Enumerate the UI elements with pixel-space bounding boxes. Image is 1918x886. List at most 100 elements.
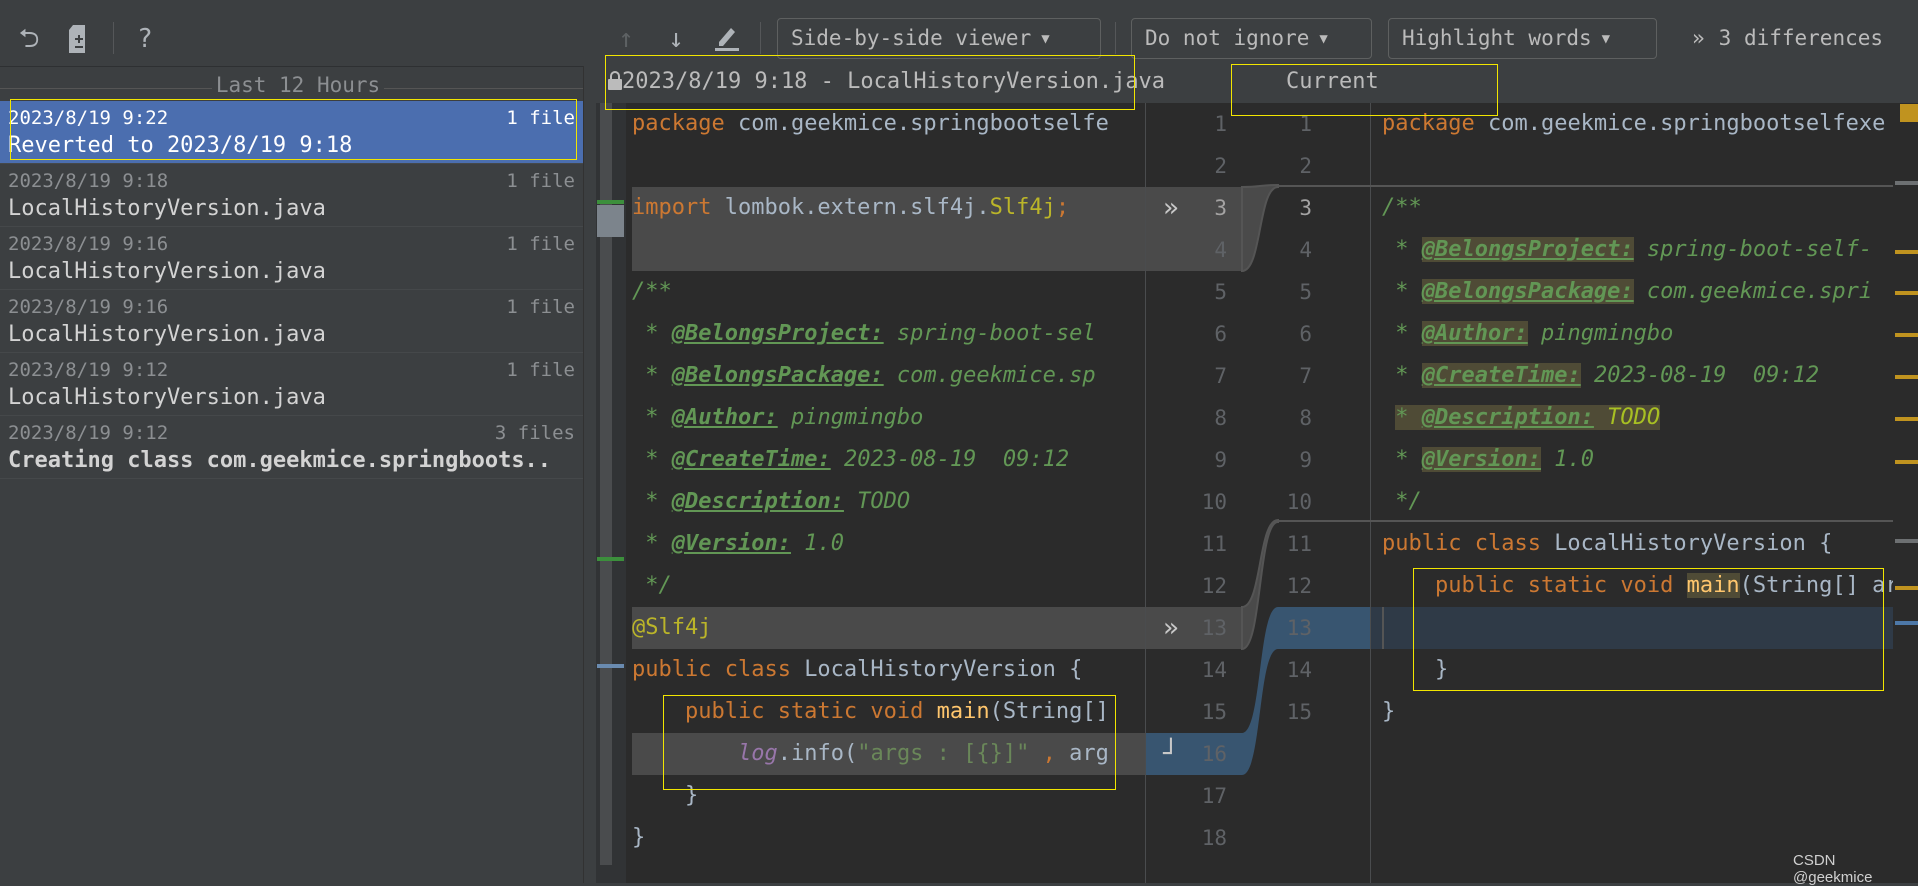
left-code-line[interactable]: */ [632,565,1145,607]
arrow-up-icon[interactable]: ↑ [609,22,643,56]
apply-icon[interactable]: ┘ [1163,733,1179,775]
left-code-line[interactable]: public static void main(String[] [632,691,1145,733]
code-token: main [1686,573,1740,598]
left-code-line[interactable]: log.info("args : [{}]" , arg [632,733,1145,775]
right-code-line[interactable]: * @Version: 1.0 [1382,439,1893,481]
left-line-number: 7 [1214,364,1227,388]
code-token: * [1395,405,1422,430]
left-code-line[interactable]: * @BelongsPackage: com.geekmice.sp [632,355,1145,397]
right-line-number: 7 [1299,364,1312,388]
left-line-number: 15 [1201,700,1227,724]
history-item-date: 2023/8/19 9:22 [8,107,169,129]
patch-icon[interactable] [62,22,96,56]
chevron-down-icon: ▼ [1601,31,1611,47]
error-stripe-marker[interactable] [1900,104,1918,122]
code-token: * [632,531,672,556]
error-stripe-marker[interactable] [1895,181,1918,185]
error-stripe-marker[interactable] [1895,250,1918,254]
left-code-line[interactable]: @Slf4j [632,607,1145,649]
right-code-line[interactable]: public class LocalHistoryVersion { [1382,523,1893,565]
history-item-count: 3 files [494,422,575,444]
left-code-line[interactable]: * @BelongsProject: spring-boot-sel [632,313,1145,355]
right-code-line[interactable]: } [1382,649,1893,691]
left-code-line[interactable]: import lombok.extern.slf4j.Slf4j; [632,187,1145,229]
code-token: arg [1069,741,1109,766]
history-item-count: 1 file [506,359,575,381]
code-token: 1.0 [1540,447,1594,472]
error-stripe-marker[interactable] [1895,586,1918,590]
code-token: @Version: [671,531,791,556]
right-code-line[interactable] [1382,145,1893,187]
left-code-line[interactable]: * @Author: pingmingbo [632,397,1145,439]
arrow-down-icon[interactable]: ↓ [659,22,693,56]
right-code-line[interactable]: * @BelongsPackage: com.geekmice.spri [1382,271,1893,313]
right-code-line[interactable]: * @Author: pingmingbo [1382,313,1893,355]
error-stripe-marker[interactable] [1895,460,1918,464]
right-code-line[interactable]: * @CreateTime: 2023-08-19 09:12 [1382,355,1893,397]
left-code-line[interactable]: * @Description: TODO [632,481,1145,523]
right-code-line[interactable]: * @Description: TODO [1382,397,1893,439]
differences-count[interactable]: » 3 differences [1692,18,1883,59]
left-code-line[interactable]: * @CreateTime: 2023-08-19 09:12 [632,439,1145,481]
double-chevron-icon: » [1692,26,1705,50]
highlight-dropdown[interactable]: Highlight words ▼ [1388,18,1657,59]
left-code-line[interactable]: } [632,775,1145,817]
history-item-name: Reverted to 2023/8/19 9:18 [8,133,353,158]
history-item[interactable]: 2023/8/19 9:12 1 file LocalHistoryVersion.… [0,353,583,416]
error-stripe-marker[interactable] [1895,539,1918,543]
left-code-line[interactable] [632,145,1145,187]
left-code-line[interactable]: /** [632,271,1145,313]
ignore-dropdown[interactable]: Do not ignore ▼ [1131,18,1372,59]
history-item[interactable]: 2023/8/19 9:16 1 file LocalHistoryVersion.… [0,290,583,353]
edit-icon[interactable] [710,22,744,56]
ignore-dropdown-label: Do not ignore [1145,26,1310,50]
double-chevron-right-icon[interactable]: » [1163,187,1179,229]
left-code-line[interactable]: public class LocalHistoryVersion { [632,649,1145,691]
code-token: @BelongsProject: [1421,237,1634,262]
history-item[interactable]: 2023/8/19 9:16 1 file LocalHistoryVersion.… [0,227,583,290]
code-token: * [1382,279,1422,304]
history-item[interactable]: 2023/8/19 9:18 1 file LocalHistoryVersion.… [0,164,583,227]
left-code-line[interactable]: } [632,817,1145,859]
double-chevron-right-icon[interactable]: » [1163,607,1179,649]
error-stripe-marker[interactable] [1895,621,1918,625]
code-token: * [1382,237,1422,262]
right-line-number: 10 [1286,490,1312,514]
left-code-line[interactable]: package com.geekmice.springbootselfe [632,103,1145,145]
group-header: Last 12 Hours [0,73,596,103]
code-token: spring-boot-self- [1633,237,1873,262]
chevron-down-icon: ▼ [1041,31,1050,47]
code-token: @Description: [1421,405,1594,430]
left-code-line[interactable] [632,229,1145,271]
right-code-line[interactable]: /** [1382,187,1893,229]
left-code-line[interactable]: * @Version: 1.0 [632,523,1145,565]
right-code-line[interactable]: package com.geekmice.springbootselfexe [1382,103,1893,145]
code-token: * [632,321,672,346]
history-item[interactable]: 2023/8/19 9:12 3 files Creating class com.… [0,416,583,479]
viewer-dropdown[interactable]: Side-by-side viewer ▼ [777,18,1101,59]
history-scrollbar[interactable] [583,66,596,883]
error-stripe-marker[interactable] [1895,375,1918,379]
right-code-line[interactable]: } [1382,691,1893,733]
change-marker-added [597,557,624,561]
right-code-line[interactable]: */ [1382,481,1893,523]
error-stripe-marker[interactable] [1895,291,1918,295]
error-stripe-marker[interactable] [1895,417,1918,421]
right-code-line[interactable]: * @BelongsProject: spring-boot-self- [1382,229,1893,271]
history-item-name: LocalHistoryVersion.java [8,322,326,347]
code-token: @CreateTime: [671,447,831,472]
code-token: * [632,363,672,388]
revert-icon[interactable]: ⮌ [12,22,46,56]
code-token: /** [632,279,672,304]
help-icon[interactable]: ? [128,22,162,56]
left-line-number: 4 [1214,238,1227,262]
right-line-number: 14 [1286,658,1312,682]
code-token: .info( [777,741,858,766]
left-line-number: 9 [1214,448,1227,472]
error-stripe-marker[interactable] [1895,333,1918,337]
right-code-line[interactable]: public static void main(String[] ar [1382,565,1893,607]
right-code-line[interactable] [1382,607,1893,649]
history-item[interactable]: 2023/8/19 9:22 1 file Reverted to 2023/8/1… [0,101,583,164]
scroll-thumb[interactable] [597,205,624,237]
